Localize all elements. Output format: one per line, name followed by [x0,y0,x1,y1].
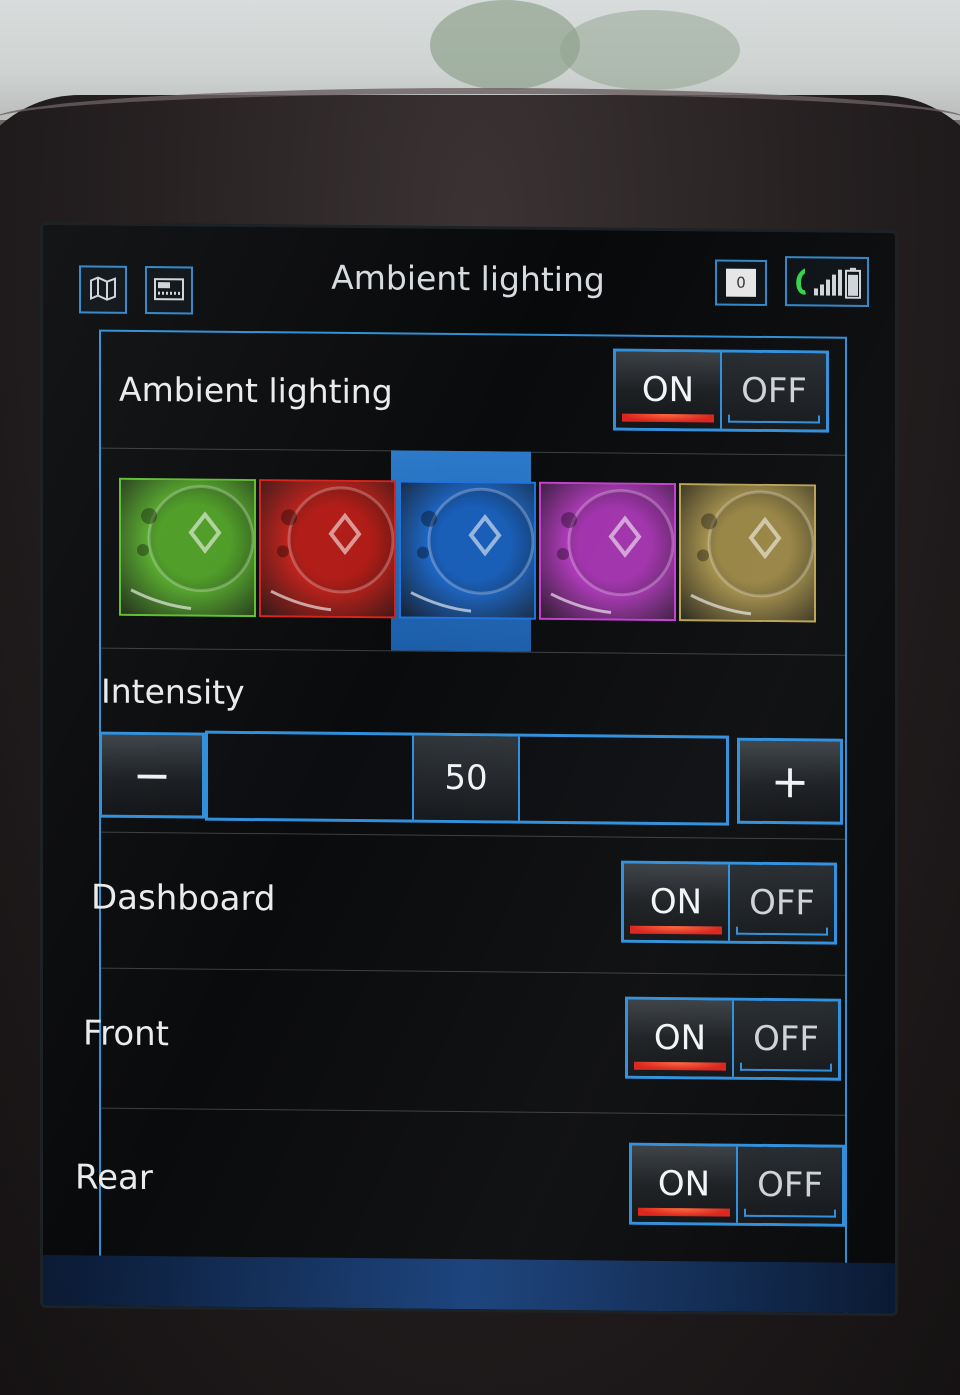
steering-wheel-preview [270,486,395,612]
radio-fm-icon [152,273,186,307]
ambient-off-button[interactable]: OFF [722,352,826,430]
top-bar: Ambient lighting 0 [43,225,895,329]
zone-label-rear: Rear [75,1157,153,1199]
intensity-value: 50 [444,757,488,799]
intensity-label: Intensity [101,671,245,712]
map-icon [88,272,118,306]
ambient-lighting-toggle: ON OFF [613,348,829,433]
map-button[interactable] [79,265,127,314]
intensity-increase-button[interactable]: + [737,737,843,825]
notification-icon: 0 [726,268,756,297]
zone-row-rear: Rear ON OFF [75,1110,845,1257]
intensity-slider[interactable]: 50 [205,730,729,826]
front-off-button[interactable]: OFF [734,1000,838,1078]
dashboard-on-button[interactable]: ON [624,863,730,941]
zone-row-dashboard: Dashboard ON OFF [91,831,845,976]
minus-icon: − [132,747,172,803]
zone-label-dashboard: Dashboard [91,877,276,920]
steering-wheel-preview [690,490,815,616]
phone-icon [793,266,809,300]
ambient-lighting-row: Ambient lighting ON OFF [101,331,845,456]
front-on-button[interactable]: ON [628,999,734,1077]
color-swatch-red[interactable] [259,479,396,619]
background-tree [430,0,580,90]
color-swatch-purple[interactable] [539,481,676,622]
intensity-decrease-button[interactable]: − [99,731,205,819]
notification-count: 0 [736,273,746,292]
dashboard-off-button[interactable]: OFF [730,864,834,942]
steering-wheel-preview [410,487,535,613]
dashboard-toggle: ON OFF [621,860,837,945]
background-tree [560,10,740,90]
ambient-lighting-label: Ambient lighting [119,369,393,412]
notifications-button[interactable]: 0 [715,259,767,306]
battery-icon [845,267,861,303]
zone-label-front: Front [83,1013,169,1055]
bezel-rim [0,88,960,154]
bottom-glow [43,1255,895,1317]
color-swatch-blue[interactable] [399,480,536,620]
plus-icon: + [770,754,810,809]
ambient-on-button[interactable]: ON [616,351,722,429]
rear-toggle: ON OFF [629,1142,845,1227]
color-selector [119,477,823,623]
rear-off-button[interactable]: OFF [738,1146,842,1224]
signal-strength-icon [813,268,843,300]
intensity-slider-thumb[interactable]: 50 [412,735,520,821]
steering-wheel-preview [130,485,255,610]
steering-wheel-preview [550,489,675,614]
rear-on-button[interactable]: ON [632,1145,738,1223]
zone-row-front: Front ON OFF [83,969,845,1116]
page-title: Ambient lighting [331,257,605,300]
color-swatch-green[interactable] [119,477,256,618]
front-toggle: ON OFF [625,996,841,1081]
color-swatch-gold[interactable] [679,483,816,623]
settings-panel: Ambient lighting ON OFF Intensity − 50 +… [75,329,847,1317]
infotainment-screen: Ambient lighting 0 Ambient lighting ON O… [40,222,898,1317]
phone-status[interactable] [785,256,869,307]
radio-button[interactable] [145,266,193,315]
